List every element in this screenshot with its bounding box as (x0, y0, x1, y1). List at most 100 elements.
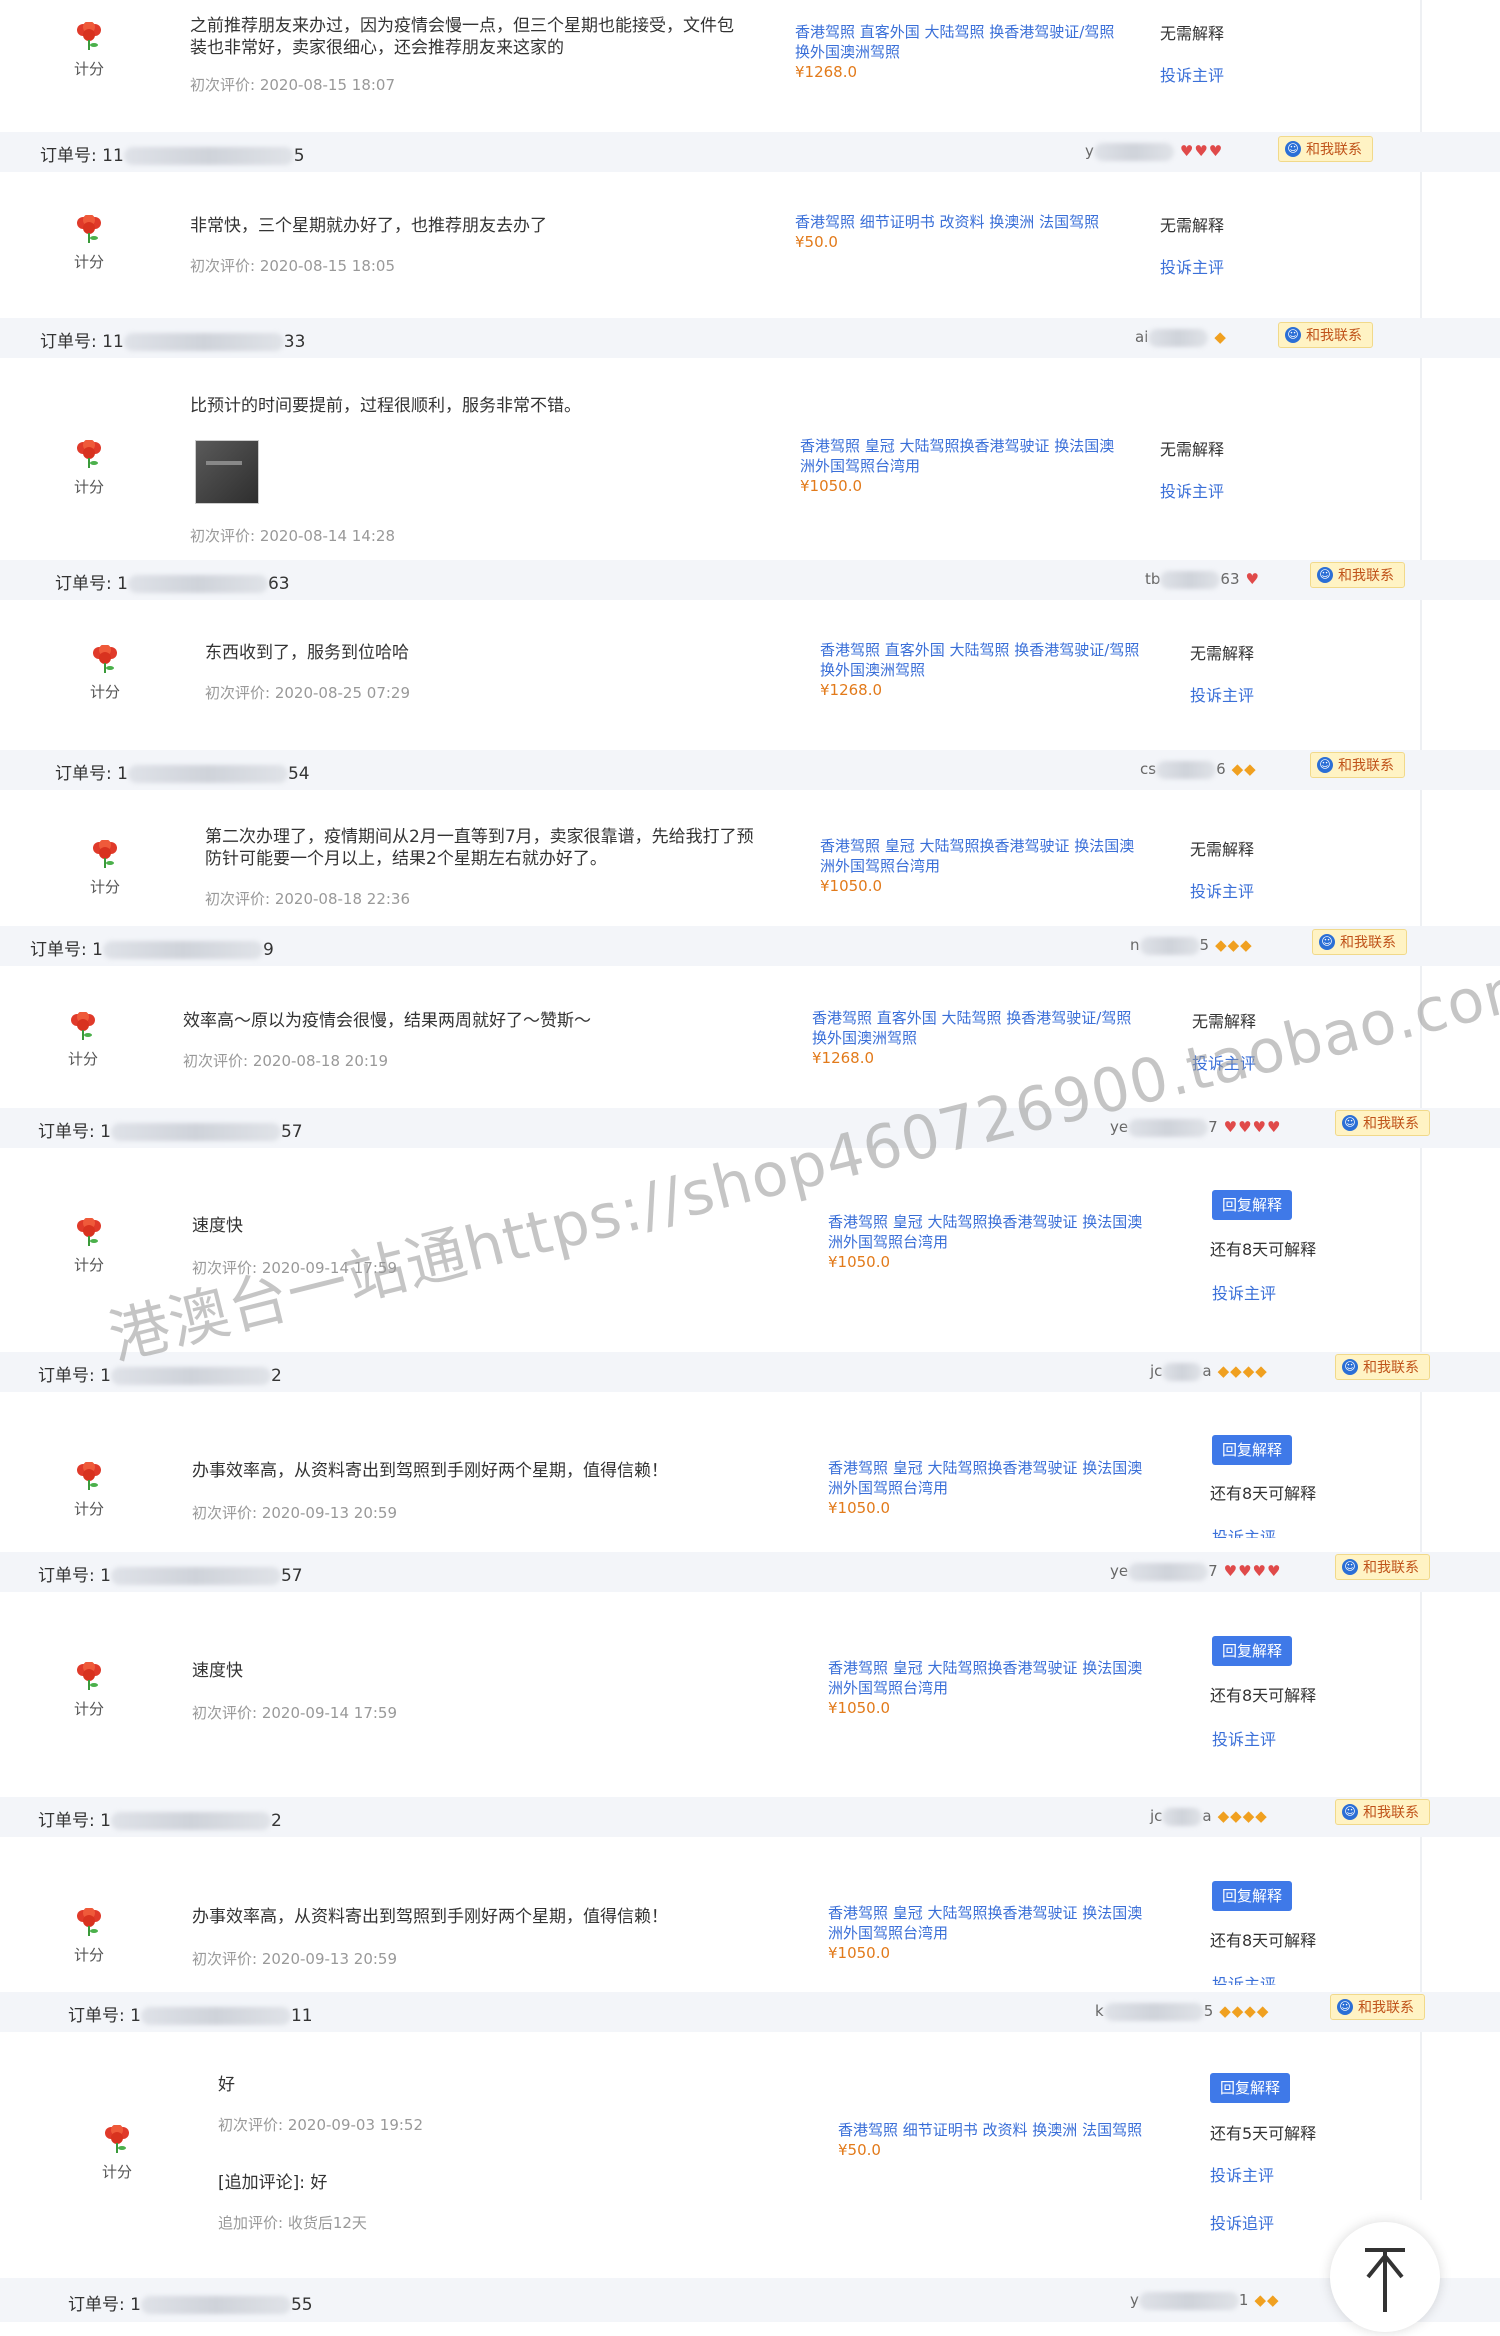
followup-comment: [追加评论]: 好 (218, 2173, 328, 2193)
reply-explain-button[interactable]: 回复解释 (1210, 2073, 1291, 2103)
price: ¥1268.0 (795, 63, 858, 81)
complain-link[interactable]: 投诉主评 (1212, 1726, 1276, 1750)
contact-button[interactable]: ☺ 和我联系 (1335, 1799, 1430, 1825)
flower-icon (77, 1218, 101, 1246)
scroll-to-top-button[interactable] (1330, 2222, 1440, 2332)
review-photo-thumbnail[interactable] (195, 440, 259, 504)
price: ¥1050.0 (828, 1499, 891, 1517)
buyer-rank: ♥♥♥ (1179, 142, 1224, 160)
review-comment: 东西收到了，服务到位哈哈 (205, 643, 409, 663)
followup-time: 追加评价: 收货后12天 (218, 2214, 367, 2232)
review-comment: 第二次办理了，疫情期间从2月一直等到7月，卖家很靠谱，先给我打了预防针可能要一个… (205, 827, 754, 869)
explain-status: 无需解释 (1160, 440, 1225, 459)
score-label: 计分 (67, 1050, 98, 1068)
buyer-rank: ◆◆◆◆ (1219, 2002, 1270, 2020)
buyer-rank: ◆◆ (1254, 2291, 1280, 2309)
review-comment: 之前推荐朋友来办过，因为疫情会慢一点，但三个星期也能接受，文件包装也非常好，卖家… (190, 16, 734, 58)
complain-followup-link[interactable]: 投诉追评 (1210, 2210, 1274, 2234)
flower-icon (77, 22, 101, 50)
reply-explain-button[interactable]: 回复解释 (1212, 1190, 1293, 1220)
reply-explain-button[interactable]: 回复解释 (1212, 1435, 1293, 1465)
price: ¥1050.0 (828, 1699, 891, 1717)
score-label: 计分 (89, 683, 120, 701)
flower-icon (77, 1662, 101, 1690)
score-flower: 计分 (88, 840, 122, 897)
chat-icon: ☺ (1317, 757, 1333, 773)
contact-button[interactable]: ☺ 和我联系 (1330, 1994, 1425, 2020)
product-link[interactable]: 香港驾照 皇冠 大陆驾照换香港驾驶证 换法国澳洲外国驾照台湾用 ¥1050.0 (828, 1903, 1148, 1963)
chat-icon: ☺ (1342, 1559, 1358, 1575)
explain-status: 还有8天可解释 (1210, 1484, 1317, 1503)
chat-icon: ☺ (1342, 1115, 1358, 1131)
buyer-name: ai ◆ (1135, 328, 1227, 347)
review-time: 初次评价: 2020-09-13 20:59 (192, 1504, 398, 1522)
complain-link[interactable]: 投诉主评 (1212, 1524, 1276, 1538)
product-link[interactable]: 香港驾照 细节证明书 改资料 换澳洲 法国驾照 ¥50.0 (838, 2120, 1158, 2160)
complain-link[interactable]: 投诉主评 (1160, 254, 1224, 278)
buyer-rank: ◆◆ (1231, 760, 1257, 778)
buyer-name: tb 63 ♥ (1145, 570, 1260, 589)
contact-button[interactable]: ☺ 和我联系 (1335, 1354, 1430, 1380)
product-link[interactable]: 香港驾照 皇冠 大陆驾照换香港驾驶证 换法国澳洲外国驾照台湾用 ¥1050.0 (800, 436, 1120, 496)
product-link[interactable]: 香港驾照 皇冠 大陆驾照换香港驾驶证 换法国澳洲外国驾照台湾用 ¥1050.0 (820, 836, 1140, 896)
buyer-rank: ◆◆◆◆ (1217, 1362, 1268, 1380)
buyer-rank: ♥ (1245, 570, 1260, 588)
explain-status: 还有8天可解释 (1210, 1240, 1317, 1259)
score-flower: 计分 (72, 1218, 106, 1275)
order-number: 订单号: 11 5 (40, 146, 305, 166)
complain-link[interactable]: 投诉主评 (1160, 62, 1224, 86)
reply-explain-button[interactable]: 回复解释 (1212, 1881, 1293, 1911)
review-time: 初次评价: 2020-08-15 18:05 (190, 257, 396, 275)
complain-link[interactable]: 投诉主评 (1212, 1280, 1276, 1304)
price: ¥1268.0 (812, 1049, 875, 1067)
complain-link[interactable]: 投诉主评 (1212, 1971, 1276, 1985)
contact-button[interactable]: ☺ 和我联系 (1278, 322, 1373, 348)
order-number: 订单号: 19 (30, 940, 274, 960)
score-label: 计分 (73, 1700, 104, 1718)
contact-button[interactable]: ☺ 和我联系 (1335, 1110, 1430, 1136)
product-link[interactable]: 香港驾照 皇冠 大陆驾照换香港驾驶证 换法国澳洲外国驾照台湾用 ¥1050.0 (828, 1458, 1148, 1518)
order-number: 订单号: 11 33 (40, 332, 306, 352)
order-number: 订单号: 12 (38, 1811, 282, 1831)
product-link[interactable]: 香港驾照 直客外国 大陆驾照 换香港驾驶证/驾照 换外国澳洲驾照 ¥1268.0 (820, 640, 1140, 700)
product-link[interactable]: 香港驾照 直客外国 大陆驾照 换香港驾驶证/驾照 换外国澳洲驾照 ¥1268.0 (795, 22, 1115, 82)
complain-link[interactable]: 投诉主评 (1210, 2162, 1274, 2186)
contact-button[interactable]: ☺ 和我联系 (1278, 136, 1373, 162)
review-time: 初次评价: 2020-09-13 20:59 (192, 1950, 398, 1968)
contact-button[interactable]: ☺ 和我联系 (1310, 752, 1405, 778)
product-link[interactable]: 香港驾照 细节证明书 改资料 换澳洲 法国驾照 ¥50.0 (795, 212, 1115, 252)
review-time: 初次评价: 2020-08-14 14:28 (190, 527, 396, 545)
buyer-rank: ◆ (1214, 328, 1227, 346)
explain-status: 无需解释 (1190, 644, 1255, 663)
flower-icon (77, 440, 101, 468)
price: ¥1050.0 (820, 877, 883, 895)
explain-status: 还有8天可解释 (1210, 1686, 1317, 1705)
product-link[interactable]: 香港驾照 皇冠 大陆驾照换香港驾驶证 换法国澳洲外国驾照台湾用 ¥1050.0 (828, 1212, 1148, 1272)
price: ¥1050.0 (828, 1944, 891, 1962)
review-time: 初次评价: 2020-08-25 07:29 (205, 684, 411, 702)
score-flower: 计分 (100, 2125, 134, 2182)
contact-button[interactable]: ☺ 和我联系 (1335, 1554, 1430, 1580)
score-flower: 计分 (72, 1662, 106, 1719)
price: ¥1050.0 (800, 477, 863, 495)
chat-icon: ☺ (1342, 1359, 1358, 1375)
contact-button[interactable]: ☺ 和我联系 (1312, 929, 1407, 955)
chat-icon: ☺ (1319, 934, 1335, 950)
complain-link[interactable]: 投诉主评 (1190, 878, 1254, 902)
complain-link[interactable]: 投诉主评 (1160, 478, 1224, 502)
flower-icon (93, 645, 117, 673)
contact-button[interactable]: ☺ 和我联系 (1310, 562, 1405, 588)
buyer-name: n 5 ◆◆◆ (1130, 936, 1253, 955)
chat-icon: ☺ (1342, 1804, 1358, 1820)
price: ¥50.0 (795, 233, 838, 251)
complain-link[interactable]: 投诉主评 (1190, 682, 1254, 706)
product-link[interactable]: 香港驾照 皇冠 大陆驾照换香港驾驶证 换法国澳洲外国驾照台湾用 ¥1050.0 (828, 1658, 1148, 1718)
score-label: 计分 (89, 878, 120, 896)
flower-icon (77, 215, 101, 243)
reply-explain-button[interactable]: 回复解释 (1212, 1636, 1293, 1666)
review-time: 初次评价: 2020-09-14 17:59 (192, 1704, 398, 1722)
review-time: 初次评价: 2020-09-03 19:52 (218, 2116, 424, 2134)
buyer-name: jc a ◆◆◆◆ (1150, 1807, 1268, 1826)
explain-status: 无需解释 (1190, 840, 1255, 859)
review-time: 初次评价: 2020-08-18 22:36 (205, 890, 411, 908)
